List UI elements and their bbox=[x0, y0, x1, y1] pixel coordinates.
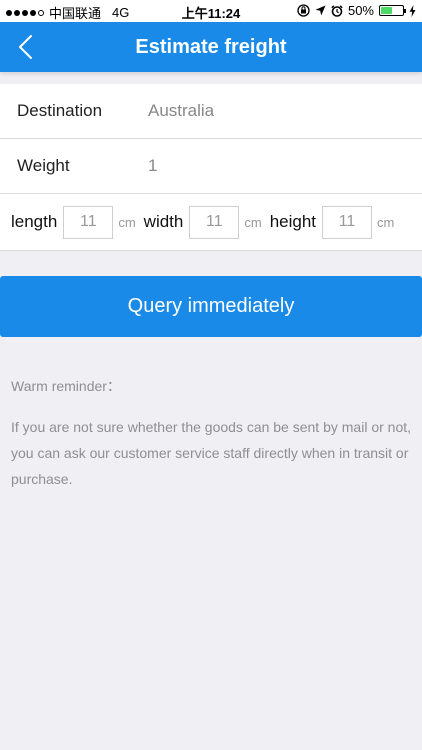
status-right: 50% bbox=[297, 3, 416, 18]
length-label: length bbox=[11, 212, 58, 231]
battery-icon bbox=[379, 5, 406, 16]
height-label: height bbox=[269, 212, 317, 231]
alarm-icon bbox=[331, 4, 343, 17]
battery-level bbox=[381, 7, 392, 14]
weight-row: Weight bbox=[0, 139, 422, 194]
query-button[interactable]: Query immediately bbox=[0, 276, 422, 337]
navigation-bar: Estimate freight bbox=[0, 22, 422, 72]
height-unit: cm bbox=[377, 214, 395, 230]
length-unit: cm bbox=[118, 214, 136, 230]
charging-icon bbox=[409, 4, 416, 17]
height-field[interactable] bbox=[322, 205, 373, 239]
weight-label: Weight bbox=[17, 156, 70, 175]
status-bar: 中国联通 4G 上午11:24 50% bbox=[0, 0, 422, 22]
battery-percentage: 50% bbox=[347, 3, 374, 18]
warm-reminder: Warm reminder： If you are not sure wheth… bbox=[11, 376, 411, 492]
width-label: width bbox=[143, 212, 184, 231]
page-title: Estimate freight bbox=[135, 36, 287, 58]
width-field[interactable] bbox=[189, 205, 240, 239]
freight-form: Destination Australia Weight length cm w… bbox=[0, 84, 422, 251]
destination-label: Destination bbox=[17, 101, 103, 120]
dimensions-row: length cm width cm height cm bbox=[0, 194, 422, 251]
weight-field[interactable] bbox=[148, 156, 388, 176]
reminder-text: If you are not sure whether the goods ca… bbox=[11, 419, 412, 487]
width-unit: cm bbox=[244, 214, 262, 230]
destination-row[interactable]: Destination Australia bbox=[0, 84, 422, 139]
orientation-lock-icon bbox=[297, 4, 310, 17]
reminder-title: Warm reminder： bbox=[11, 378, 121, 394]
destination-field[interactable]: Australia bbox=[148, 101, 388, 121]
location-icon bbox=[315, 5, 326, 16]
length-field[interactable] bbox=[63, 205, 114, 239]
